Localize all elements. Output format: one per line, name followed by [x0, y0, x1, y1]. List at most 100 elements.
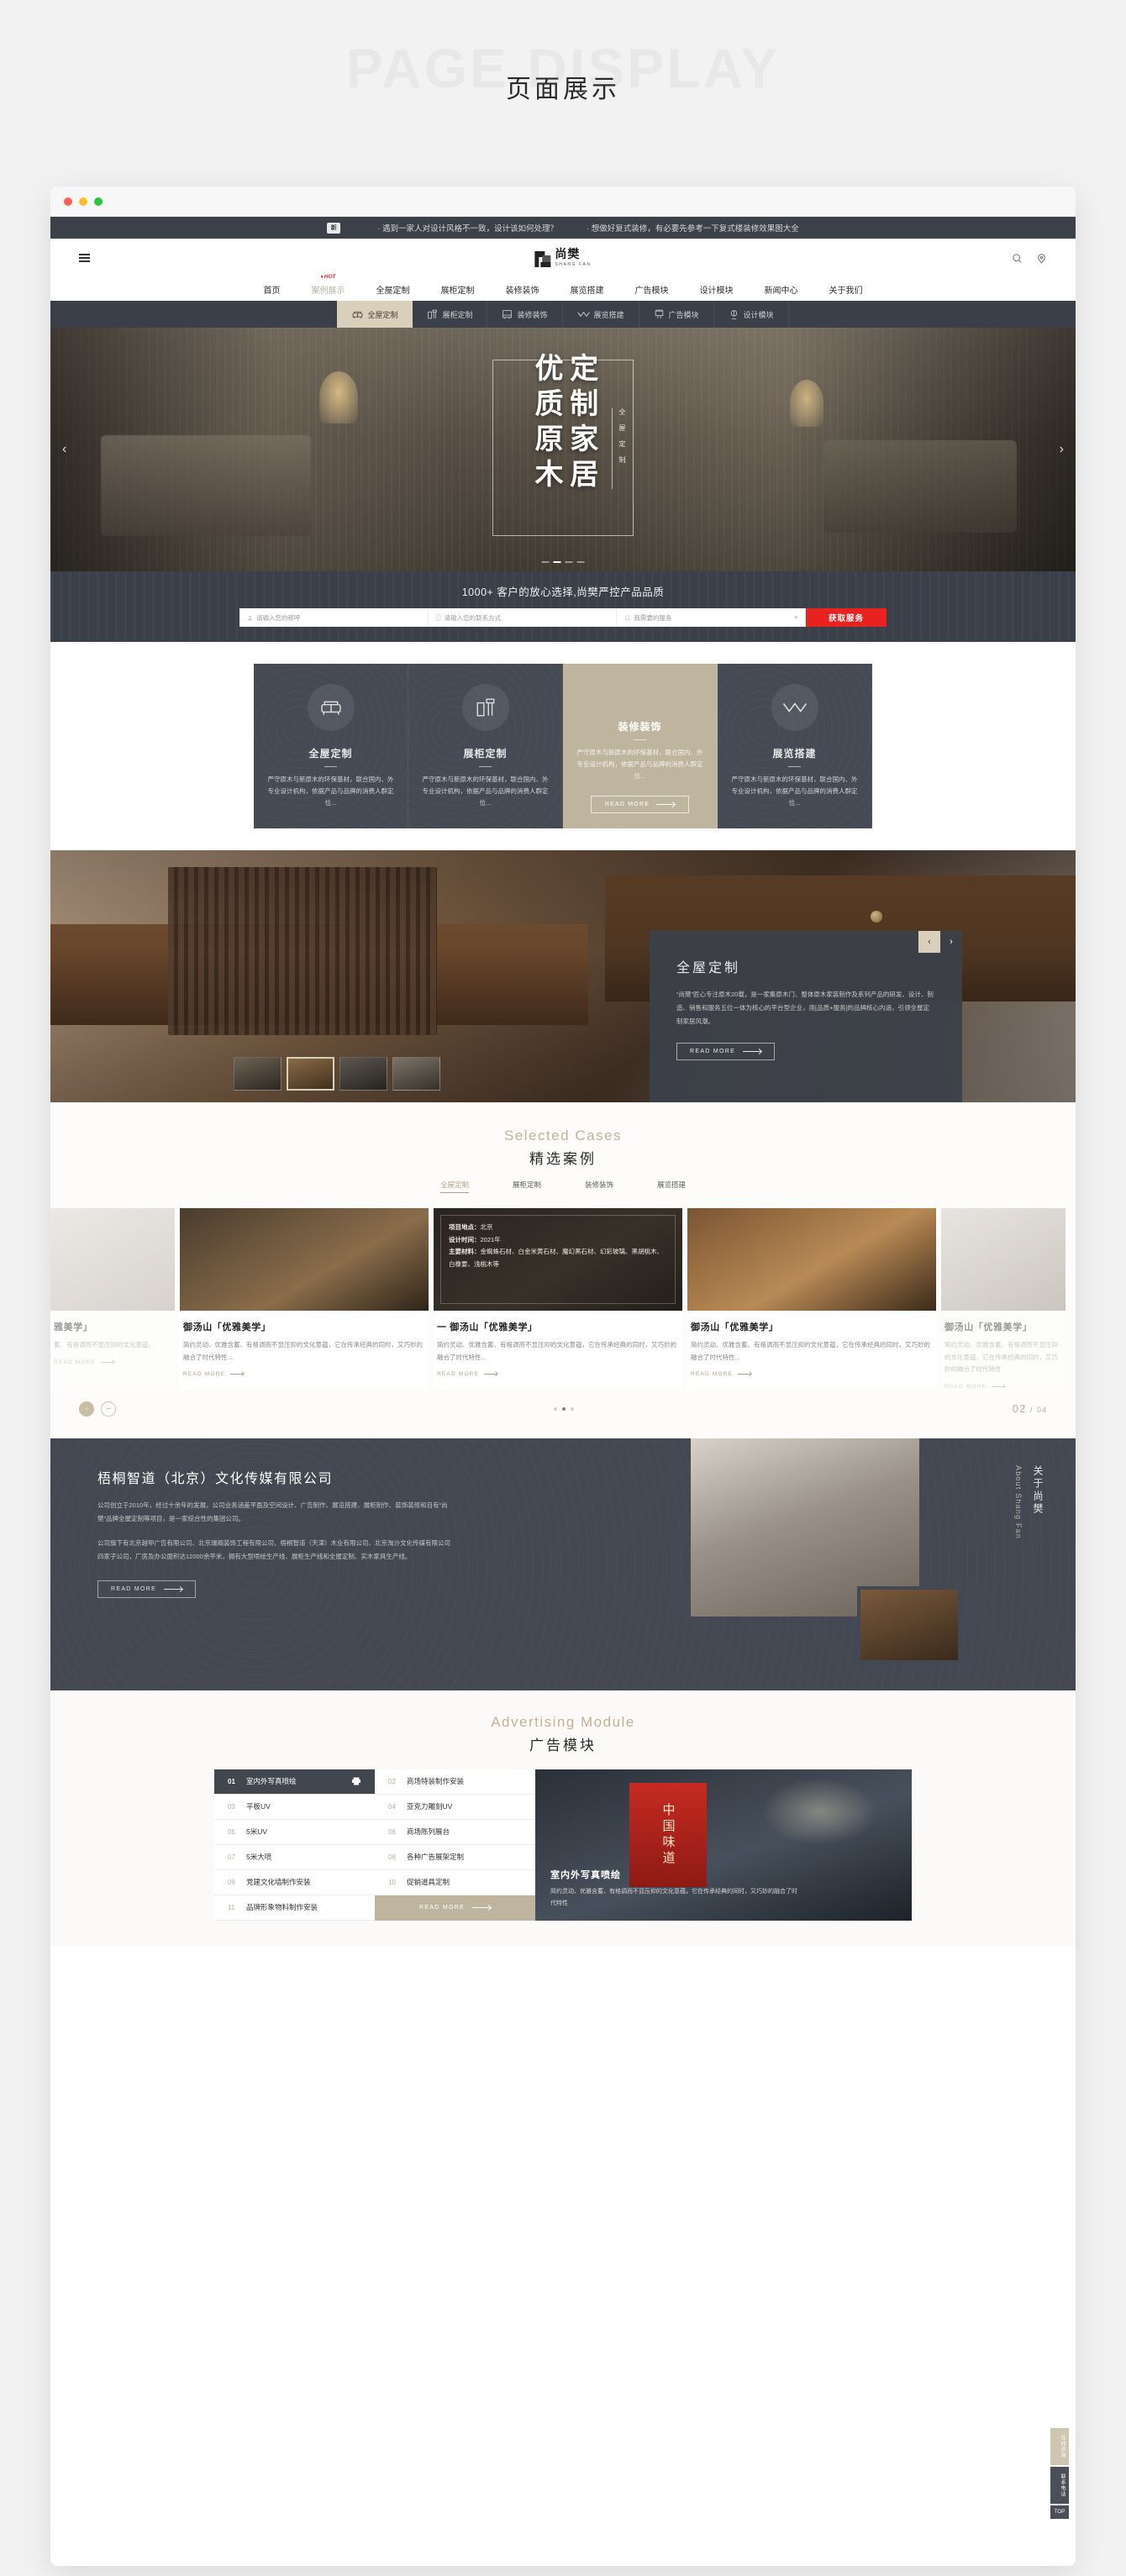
case-tab-3[interactable]: 展览搭建: [657, 1180, 686, 1193]
category-tab-zhuangxiu[interactable]: 装修装饰: [487, 301, 563, 328]
nav-item-5[interactable]: 展览搭建: [571, 283, 604, 296]
arrow-right-icon: [992, 1385, 1006, 1387]
adv-item-02[interactable]: 02 商场特装制作安装: [375, 1769, 535, 1795]
window-close-dot[interactable]: [64, 197, 72, 206]
window-minimize-dot[interactable]: [79, 197, 87, 206]
category-label: 展柜定制: [442, 310, 473, 319]
case-read-more[interactable]: READ MORE: [437, 1371, 679, 1377]
nav-item-7[interactable]: 设计模块: [700, 283, 734, 296]
overlay-location-label: 项目地点：: [449, 1223, 481, 1231]
advertising-feature-card[interactable]: 中国味道 室内外写真喷绘 简约灵动、优雅含蓄、有格调而不显压抑的文化意蕴，它在传…: [535, 1769, 912, 1921]
nav-item-1[interactable]: HOT 案例展示: [312, 274, 345, 296]
category-tab-sheji[interactable]: 设计模块: [714, 301, 789, 328]
rail-back-to-top-button[interactable]: TOP: [1050, 2505, 1069, 2519]
case-card-2[interactable]: 项目地点：北京 设计时间：2021年 主要材料：金蜘蛛石材、白金米黄石材、魔幻黑…: [434, 1208, 682, 1390]
service-card-zhanlan[interactable]: 展览搭建 严守原木与新原木的环保基材，联合国内、外专业设计机构，依据产品与品牌的…: [718, 664, 872, 828]
adv-item-09[interactable]: 09 党建文化墙制作安装: [214, 1870, 375, 1895]
nav-item-3[interactable]: 展柜定制: [441, 283, 475, 296]
bookmark-icon: [625, 615, 630, 621]
case-tab-1[interactable]: 展柜定制: [513, 1180, 541, 1193]
rail-consult-button[interactable]: 在线咨询: [1050, 2428, 1069, 2465]
feature-next-button[interactable]: ›: [940, 931, 962, 953]
cases-slide-indicators[interactable]: [554, 1406, 575, 1411]
category-tab-quanwu[interactable]: 全屋定制: [337, 301, 413, 328]
case-read-more[interactable]: READ MORE: [54, 1359, 171, 1365]
nav-item-9[interactable]: 关于我们: [829, 283, 863, 296]
hero-prev-arrow[interactable]: ‹: [62, 442, 66, 457]
hero-slide-indicators[interactable]: [541, 561, 585, 563]
about-label-cn: 关于尚樊: [1032, 1464, 1044, 1516]
adv-item-06[interactable]: 06 商场陈列展台: [375, 1820, 535, 1845]
cases-next-button[interactable]: －: [101, 1401, 116, 1417]
announcement-item-1[interactable]: · 遇到一家人对设计风格不一致，设计该如何处理？: [377, 222, 558, 234]
service-read-more-button[interactable]: READ MORE: [590, 795, 690, 813]
nav-item-4[interactable]: 装修装饰: [506, 283, 539, 296]
nav-item-0[interactable]: 首页: [264, 283, 281, 296]
hamburger-icon[interactable]: [79, 254, 90, 262]
case-tab-0[interactable]: 全屋定制: [439, 1180, 469, 1193]
adv-item-number: 08: [388, 1853, 396, 1861]
adv-read-more-button[interactable]: READ MORE: [375, 1895, 535, 1921]
printer-icon: [352, 1777, 360, 1785]
category-label: 设计模块: [743, 310, 774, 319]
case-card-3[interactable]: 御汤山「优雅美学」 简约灵动、优雅含蓄、有格调而不显压抑的文化意蕴，它在传承经典…: [687, 1208, 936, 1390]
service-select[interactable]: 我需要的服务: [617, 608, 807, 627]
service-card-quanwu[interactable]: 全屋定制 严守原木与新原木的环保基材，联合国内、外专业设计机构，依据产品与品牌的…: [254, 664, 408, 828]
feature-thumb-2[interactable]: [287, 1057, 334, 1091]
category-tab-guanggao[interactable]: 广告模块: [639, 301, 714, 328]
adv-item-03[interactable]: 03 平板UV: [214, 1795, 375, 1820]
services-section: 全屋定制 严守原木与新原木的环保基材，联合国内、外专业设计机构，依据产品与品牌的…: [50, 642, 1076, 850]
adv-item-01[interactable]: 01 室内外写真喷绘: [214, 1769, 375, 1795]
cases-section-title-cn: 精选案例: [529, 1151, 597, 1167]
nav-item-8[interactable]: 新闻中心: [765, 283, 798, 296]
name-field[interactable]: 请输入您的称呼: [239, 608, 429, 627]
brand-name-en: SHANG FAN: [555, 261, 592, 267]
feature-read-more-button[interactable]: READ MORE: [676, 1043, 776, 1061]
service-card-zhangui[interactable]: 展柜定制 严守原木与新原木的环保基材，联合国内、外专业设计机构，依据产品与品牌的…: [408, 664, 563, 828]
adv-item-04[interactable]: 04 亚克力雕刻UV: [375, 1795, 535, 1820]
service-card-zhuangxiu[interactable]: 装修装饰 严守原木与新原木的环保基材，联合国内、外专业设计机构，依据产品与品牌的…: [563, 664, 718, 828]
location-icon[interactable]: [1036, 253, 1047, 264]
adv-item-11[interactable]: 11 品牌形象物料制作安装: [214, 1895, 375, 1921]
adv-item-07[interactable]: 07 5米大喷: [214, 1845, 375, 1870]
case-tab-2[interactable]: 装修装饰: [585, 1180, 613, 1193]
feature-thumb-1[interactable]: [234, 1057, 282, 1091]
adv-item-05[interactable]: 05 5米UV: [214, 1820, 375, 1845]
announcement-item-2[interactable]: · 想做好复式装修，有必要先参考一下复式楼装修效果图大全: [587, 222, 799, 234]
get-service-button[interactable]: 获取服务: [806, 608, 887, 627]
phone-field[interactable]: 请输入您的联系方式: [428, 608, 618, 627]
exhibition-icon: [576, 311, 590, 318]
nav-label: 全屋定制: [376, 286, 410, 296]
service-icon-circle: [307, 684, 355, 731]
divider: [634, 739, 646, 740]
search-icon[interactable]: [1012, 253, 1023, 264]
case-read-more[interactable]: READ MORE: [183, 1371, 425, 1377]
hero-next-arrow[interactable]: ›: [1060, 442, 1064, 457]
nav-item-6[interactable]: 广告模块: [635, 283, 669, 296]
adv-item-10[interactable]: 10 促销道具定制: [375, 1870, 535, 1895]
nav-item-2[interactable]: 全屋定制: [376, 283, 410, 296]
category-tab-zhanlan[interactable]: 展览搭建: [563, 301, 639, 328]
feature-thumb-3[interactable]: [339, 1057, 387, 1091]
read-more-label: READ MORE: [54, 1359, 97, 1365]
category-tab-zhangui[interactable]: 展柜定制: [413, 301, 488, 328]
hero-title: 优质原木 定制家居: [530, 353, 597, 494]
case-desc: 简约灵动、优雅含蓄、有格调而不显压抑的文化意蕴，它在传承经典的同时，又巧妙的融合…: [437, 1341, 676, 1361]
adv-item-08[interactable]: 08 各种广告展架定制: [375, 1845, 535, 1870]
case-card-1[interactable]: 御汤山「优雅美学」 简约灵动、优雅含蓄、有格调而不显压抑的文化意蕴，它在传承经典…: [180, 1208, 429, 1390]
nav-label: 新闻中心: [764, 286, 798, 296]
about-read-more-button[interactable]: READ MORE: [97, 1580, 197, 1598]
rail-phone-button[interactable]: 联系电话: [1050, 2467, 1069, 2504]
floating-side-rail: 在线咨询 联系电话 TOP: [1050, 2428, 1069, 2519]
case-read-more[interactable]: READ MORE: [691, 1371, 933, 1377]
window-maximize-dot[interactable]: [94, 197, 103, 206]
case-read-more[interactable]: READ MORE: [944, 1384, 1062, 1390]
case-card-0[interactable]: 雅美学」 蓄、有格调而不显压抑的文化意蕴， READ MORE: [50, 1208, 175, 1390]
feature-thumb-4[interactable]: [392, 1057, 440, 1091]
feature-prev-button[interactable]: ‹: [918, 931, 940, 953]
brand-logo[interactable]: 尚樊 SHANG FAN: [534, 249, 592, 267]
adv-card-glow: [760, 1777, 878, 1845]
cases-prev-button[interactable]: ‹: [79, 1401, 94, 1417]
case-card-4[interactable]: 御汤山「优雅美学」 简约灵动、优雅含蓄、有格调而不显压抑的文化意蕴，它在传承经典…: [941, 1208, 1065, 1390]
category-label: 广告模块: [668, 310, 699, 319]
